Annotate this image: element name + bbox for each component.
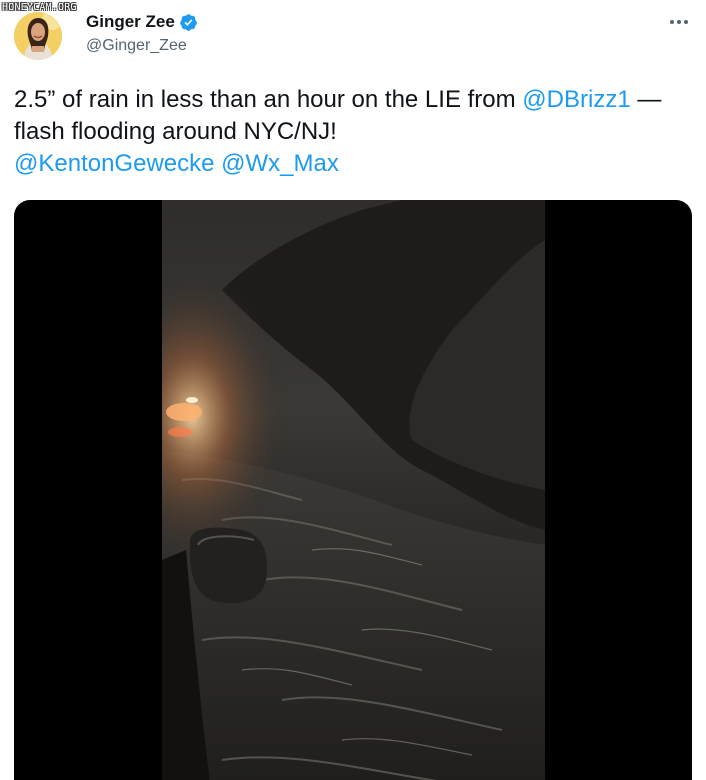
name-row: Ginger Zee — [86, 11, 198, 33]
display-name[interactable]: Ginger Zee — [86, 12, 175, 32]
tweet-card: HONEYCAM.ORG Ginger Zee @Ginger_Zee 2.5”… — [0, 0, 706, 780]
tweet-text: 2.5” of rain in less than an hour on the… — [14, 84, 694, 180]
author-block: Ginger Zee @Ginger_Zee — [86, 11, 198, 55]
avatar[interactable] — [14, 12, 62, 60]
verified-badge-icon — [179, 13, 197, 31]
mention-link-wx-max[interactable]: @Wx_Max — [221, 150, 339, 177]
watermark-text: HONEYCAM.ORG — [2, 2, 77, 13]
more-options-button[interactable] — [668, 11, 690, 33]
mention-link-dbrizz1[interactable]: @DBrizz1 — [522, 86, 630, 113]
handle[interactable]: @Ginger_Zee — [86, 37, 198, 55]
more-horizontal-icon — [670, 20, 688, 24]
mention-link-kentongewecke[interactable]: @KentonGewecke — [14, 150, 214, 177]
video-player[interactable] — [14, 200, 692, 780]
flood-video-frame-icon — [162, 200, 545, 780]
tweet-text-part: 2.5” of rain in less than an hour on the… — [14, 86, 523, 113]
profile-photo-icon — [14, 12, 62, 60]
